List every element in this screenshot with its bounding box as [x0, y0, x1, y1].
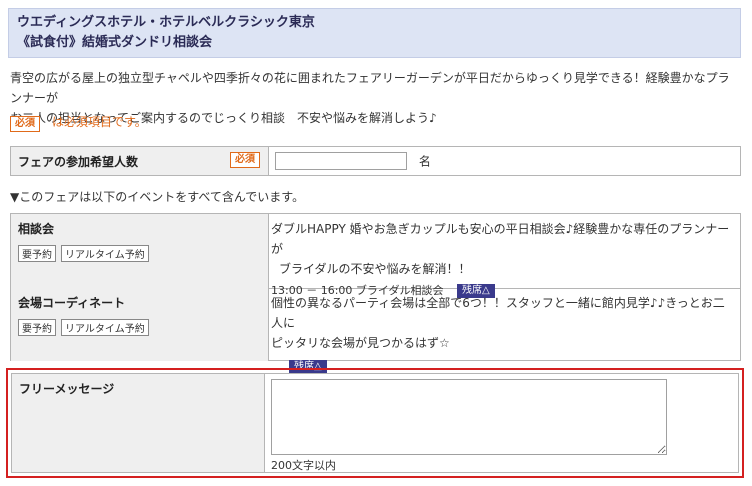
event-desc-line1: 個性の異なるパーティ会場は全部で6つ！！スタッフと一緒に館内見学♪♪きっとお二人…: [271, 296, 725, 330]
participants-unit: 名: [418, 154, 431, 169]
event-desc-line2: ピッタリな会場が見つかるはず☆: [271, 336, 450, 350]
event-row: 相談会 要予約 リアルタイム予約 ダブルHAPPY 婚やお急ぎカップルも安心の平日…: [11, 214, 740, 298]
free-message-section: フリーメッセージ 200文字以内: [6, 368, 744, 478]
required-badge: 必須: [10, 116, 40, 132]
required-legend-text: は必須項目です。: [52, 115, 147, 129]
event-name: 相談会: [18, 222, 55, 236]
fair-title: 《試食付》結婚式ダンドリ相談会: [17, 35, 213, 50]
event-desc-line2: ブライダルの不安や悩みを解消！！: [279, 262, 471, 276]
free-message-textarea[interactable]: [271, 379, 667, 455]
event-name-cell: 会場コーディネート 要予約 リアルタイム予約: [11, 288, 269, 361]
event-name-cell: 相談会 要予約 リアルタイム予約: [11, 214, 269, 288]
required-legend: 必須 は必須項目です。: [10, 114, 147, 132]
participants-input[interactable]: [275, 152, 407, 170]
reservation-required-tag: 要予約: [18, 319, 56, 336]
participants-label: フェアの参加希望人数: [18, 155, 139, 169]
event-name: 会場コーディネート: [18, 296, 126, 310]
event-desc-line1: ダブルHAPPY 婚やお急ぎカップルも安心の平日相談会♪経験豊かな専任のプランナ…: [271, 222, 730, 256]
free-message-row: フリーメッセージ 200文字以内: [11, 373, 739, 473]
page-header: ウエディングスホテル・ホテルベルクラシック東京 《試食付》結婚式ダンドリ相談会: [8, 8, 741, 58]
realtime-reservation-tag: リアルタイム予約: [61, 319, 149, 336]
reservation-required-tag: 要予約: [18, 245, 56, 262]
fair-description-line1: 青空の広がる屋上の独立型チャペルや四季折々の花に囲まれたフェアリーガーデンが平日…: [10, 71, 730, 105]
event-tags: 要予約 リアルタイム予約: [18, 319, 261, 336]
participants-label-cell: フェアの参加希望人数 必須: [11, 147, 269, 175]
free-message-input-cell: 200文字以内: [265, 374, 738, 472]
participants-input-cell: 名: [269, 147, 740, 175]
event-desc-cell: ダブルHAPPY 婚やお急ぎカップルも安心の平日相談会♪経験豊かな専任のプランナ…: [269, 214, 740, 298]
free-message-label: フリーメッセージ: [19, 382, 115, 396]
free-message-label-cell: フリーメッセージ: [12, 374, 265, 472]
participants-required-badge: 必須: [230, 152, 260, 168]
events-note: ▼このフェアは以下のイベントをすべて含んでいます。: [10, 190, 305, 204]
participants-row: フェアの参加希望人数 必須 名: [10, 146, 741, 176]
event-desc-cell: 個性の異なるパーティ会場は全部で6つ！！スタッフと一緒に館内見学♪♪きっとお二人…: [269, 288, 740, 374]
hotel-name: ウエディングスホテル・ホテルベルクラシック東京: [17, 15, 315, 30]
event-tags: 要予約 リアルタイム予約: [18, 245, 261, 262]
free-message-limit: 200文字以内: [271, 459, 336, 472]
event-row: 会場コーディネート 要予約 リアルタイム予約 個性の異なるパーティ会場は全部で6つ…: [11, 288, 740, 374]
realtime-reservation-tag: リアルタイム予約: [61, 245, 149, 262]
events-table: 相談会 要予約 リアルタイム予約 ダブルHAPPY 婚やお急ぎカップルも安心の平日…: [10, 213, 741, 374]
